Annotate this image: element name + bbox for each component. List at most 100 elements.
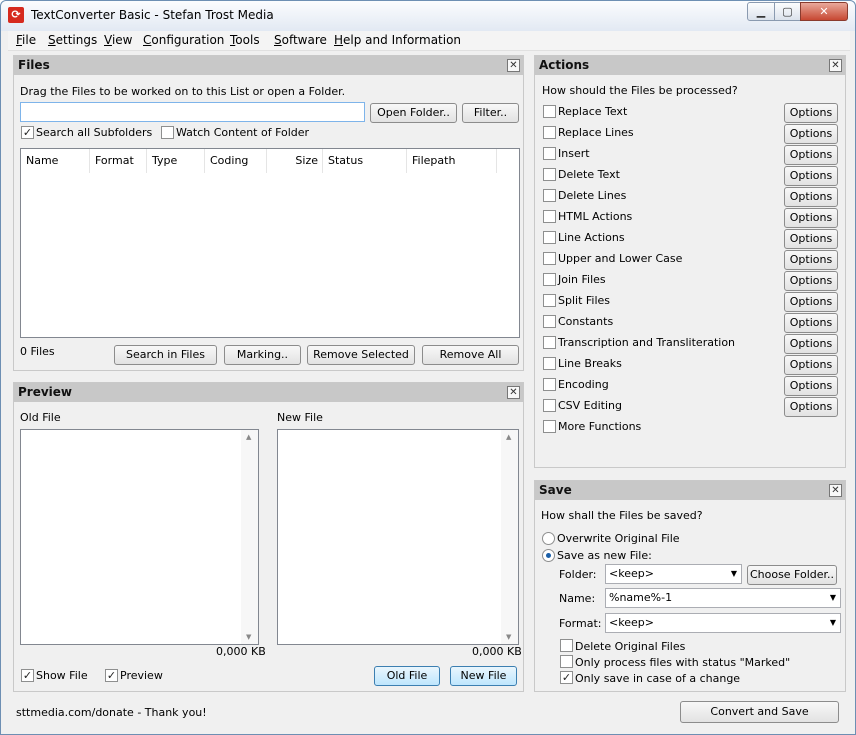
column-header[interactable]: Format (90, 149, 147, 173)
folder-path-input[interactable] (20, 102, 365, 122)
files-hint: Drag the Files to be worked on to this L… (20, 85, 346, 98)
scroll-up-icon[interactable]: ▲ (246, 433, 251, 441)
menu-item-2[interactable]: View (104, 33, 132, 47)
action-checkbox[interactable] (543, 252, 556, 265)
action-checkbox[interactable] (543, 357, 556, 370)
scroll-up-icon[interactable]: ▲ (506, 433, 511, 441)
action-options-button[interactable]: Options (784, 229, 838, 249)
folder-label: Folder: (559, 568, 597, 581)
action-options-button[interactable]: Options (784, 250, 838, 270)
minimize-icon[interactable]: ▁ (747, 2, 775, 21)
scroll-down-icon[interactable]: ▼ (246, 633, 251, 641)
action-options-button[interactable]: Options (784, 292, 838, 312)
name-combobox[interactable]: %name%-1 ▼ (605, 588, 841, 608)
file-list[interactable]: Name Format Type Coding Size Status Filepath (20, 148, 520, 338)
action-checkbox[interactable] (543, 168, 556, 181)
chevron-down-icon[interactable]: ▼ (830, 589, 836, 607)
save-as-new-radio[interactable] (542, 549, 555, 562)
action-checkbox[interactable] (543, 273, 556, 286)
action-checkbox[interactable] (543, 105, 556, 118)
close-actions-panel-icon[interactable]: ✕ (829, 59, 842, 72)
action-options-button[interactable]: Options (784, 103, 838, 123)
action-checkbox[interactable] (543, 231, 556, 244)
folder-select[interactable]: <keep> ▼ (605, 564, 742, 584)
convert-and-save-button[interactable]: Convert and Save (680, 701, 839, 723)
new-file-size: 0,000 KB (472, 645, 522, 658)
chevron-down-icon[interactable]: ▼ (830, 614, 836, 632)
folder-select-value: <keep> (609, 567, 654, 580)
action-options-button[interactable]: Options (784, 187, 838, 207)
title-bar[interactable]: ⟳ TextConverter Basic - Stefan Trost Med… (1, 1, 855, 31)
old-file-preview[interactable]: ▲ ▼ (20, 429, 259, 645)
action-checkbox[interactable] (543, 189, 556, 202)
overwrite-original-radio[interactable] (542, 532, 555, 545)
action-checkbox[interactable] (543, 315, 556, 328)
action-options-button[interactable]: Options (784, 271, 838, 291)
remove-all-button[interactable]: Remove All (422, 345, 519, 365)
old-preview-scrollbar[interactable]: ▲ ▼ (241, 430, 258, 644)
column-header[interactable]: Filepath (407, 149, 497, 173)
action-label: Replace Text (558, 105, 628, 118)
new-file-button[interactable]: New File (450, 666, 517, 686)
delete-original-label: Delete Original Files (575, 640, 686, 653)
old-file-button[interactable]: Old File (374, 666, 440, 686)
action-options-button[interactable]: Options (784, 355, 838, 375)
action-options-button[interactable]: Options (784, 124, 838, 144)
column-header[interactable]: Size (267, 149, 323, 173)
menu-item-0[interactable]: File (16, 33, 36, 47)
status-text: sttmedia.com/donate - Thank you! (16, 706, 207, 719)
preview-checkbox[interactable]: ✓ (105, 669, 118, 682)
action-checkbox[interactable] (543, 126, 556, 139)
action-checkbox[interactable] (543, 210, 556, 223)
action-options-button[interactable]: Options (784, 376, 838, 396)
menu-item-5[interactable]: Software (274, 33, 327, 47)
watch-folder-checkbox[interactable] (161, 126, 174, 139)
show-file-checkbox[interactable]: ✓ (21, 669, 34, 682)
remove-selected-button[interactable]: Remove Selected (307, 345, 415, 365)
scroll-down-icon[interactable]: ▼ (506, 633, 511, 641)
close-save-panel-icon[interactable]: ✕ (829, 484, 842, 497)
column-header[interactable]: Type (147, 149, 205, 173)
save-panel-header: Save ✕ (535, 481, 845, 500)
action-options-button[interactable]: Options (784, 313, 838, 333)
filter-button[interactable]: Filter.. (462, 103, 519, 123)
maximize-icon[interactable]: ▢ (774, 2, 801, 21)
menu-item-3[interactable]: Configuration (143, 33, 224, 47)
action-options-button[interactable]: Options (784, 166, 838, 186)
choose-folder-button[interactable]: Choose Folder.. (747, 565, 837, 585)
menu-item-4[interactable]: Tools (230, 33, 260, 47)
column-header[interactable]: Name (21, 149, 90, 173)
delete-original-checkbox[interactable] (560, 639, 573, 652)
chevron-down-icon[interactable]: ▼ (731, 565, 737, 583)
menu-item-1[interactable]: Settings (48, 33, 97, 47)
new-file-label: New File (277, 411, 323, 424)
only-change-checkbox[interactable]: ✓ (560, 671, 573, 684)
action-checkbox[interactable] (543, 294, 556, 307)
column-header[interactable]: Status (323, 149, 407, 173)
action-checkbox[interactable] (543, 420, 556, 433)
action-options-button[interactable]: Options (784, 397, 838, 417)
close-icon[interactable]: ✕ (800, 2, 848, 21)
action-checkbox[interactable] (543, 399, 556, 412)
new-preview-scrollbar[interactable]: ▲ ▼ (501, 430, 518, 644)
action-checkbox[interactable] (543, 147, 556, 160)
search-subfolders-checkbox[interactable]: ✓ (21, 126, 34, 139)
marking-button[interactable]: Marking.. (224, 345, 301, 365)
action-options-button[interactable]: Options (784, 334, 838, 354)
only-marked-checkbox[interactable] (560, 655, 573, 668)
action-options-button[interactable]: Options (784, 145, 838, 165)
save-question: How shall the Files be saved? (541, 509, 703, 522)
action-checkbox[interactable] (543, 378, 556, 391)
column-header[interactable]: Coding (205, 149, 267, 173)
close-preview-panel-icon[interactable]: ✕ (507, 386, 520, 399)
menu-label: onfiguration (151, 33, 225, 47)
search-in-files-button[interactable]: Search in Files (114, 345, 217, 365)
close-files-panel-icon[interactable]: ✕ (507, 59, 520, 72)
action-label: Line Actions (558, 231, 625, 244)
menu-item-6[interactable]: Help and Information (334, 33, 461, 47)
open-folder-button[interactable]: Open Folder.. (370, 103, 457, 123)
format-select[interactable]: <keep> ▼ (605, 613, 841, 633)
new-file-preview[interactable]: ▲ ▼ (277, 429, 519, 645)
action-options-button[interactable]: Options (784, 208, 838, 228)
action-checkbox[interactable] (543, 336, 556, 349)
